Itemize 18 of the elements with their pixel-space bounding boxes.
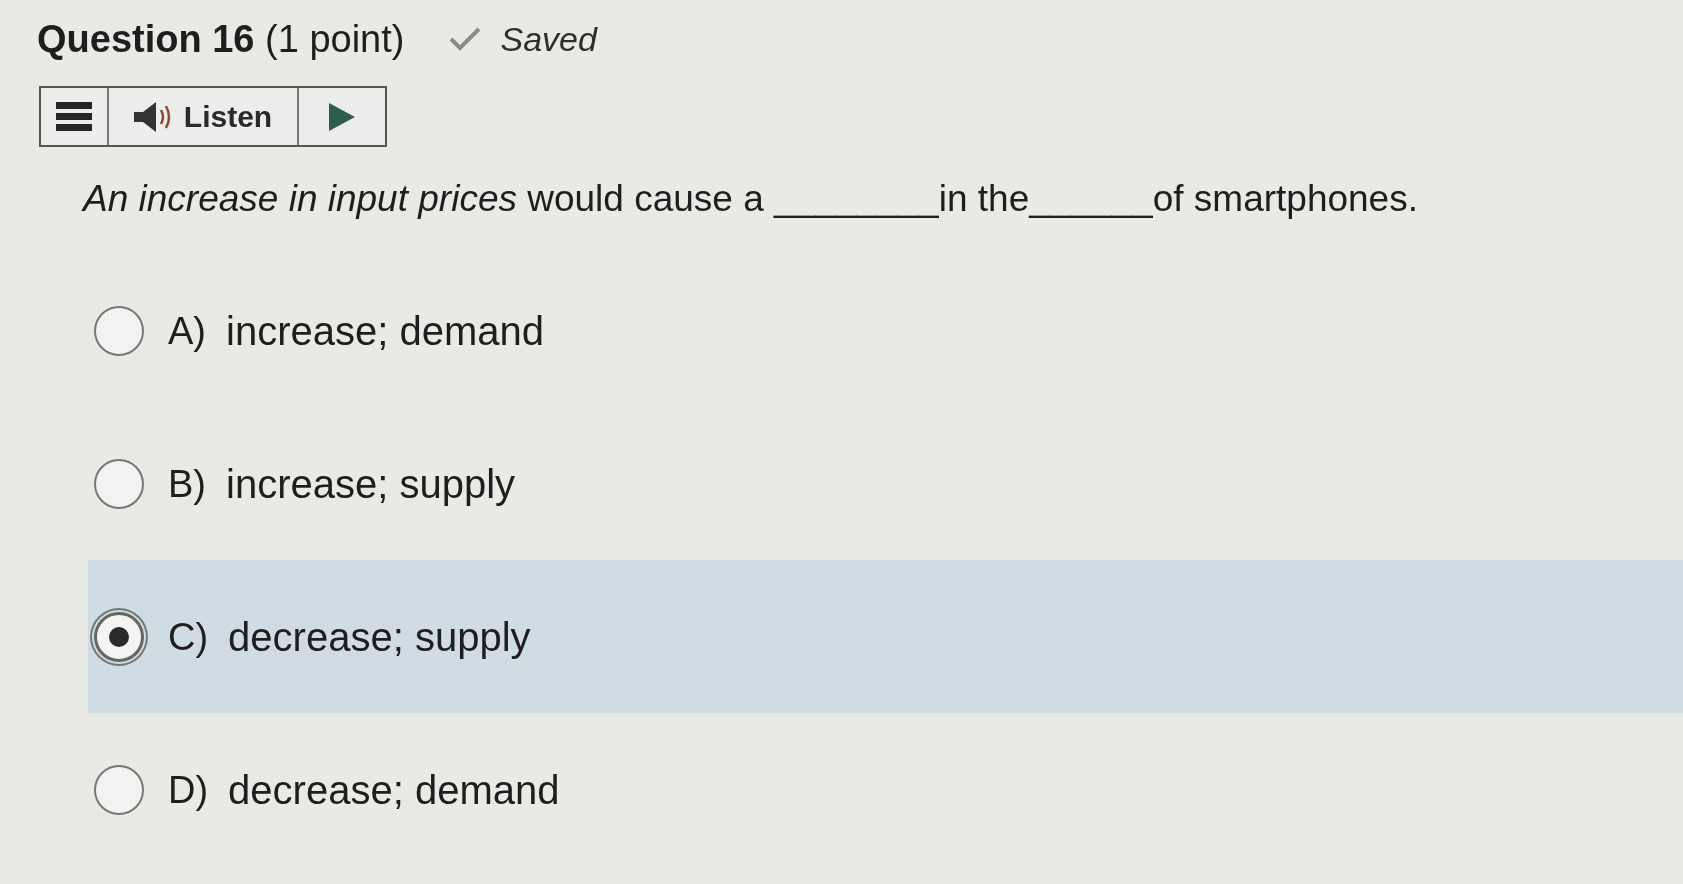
check-icon [448, 26, 483, 52]
saved-status: Saved [500, 19, 597, 60]
question-title: Question 16 (1 point) [37, 17, 405, 62]
option-text: decrease; demand [228, 766, 560, 814]
question-prompt: An increase in input prices would cause a ________in the______of smartphones. [83, 177, 1419, 221]
option-letter: D) [168, 767, 209, 813]
option-text: increase; demand [226, 307, 544, 355]
menu-icon [56, 101, 92, 132]
option-letter: A) [168, 308, 206, 354]
option-letter: C) [168, 614, 209, 660]
play-icon [329, 102, 355, 131]
option-text: increase; supply [226, 460, 516, 508]
radio-button[interactable] [94, 764, 144, 815]
option-text: decrease; supply [228, 613, 531, 661]
radio-button[interactable] [94, 458, 144, 509]
radio-button[interactable] [94, 611, 144, 662]
radio-button[interactable] [94, 305, 144, 356]
option-letter: B) [168, 461, 206, 507]
